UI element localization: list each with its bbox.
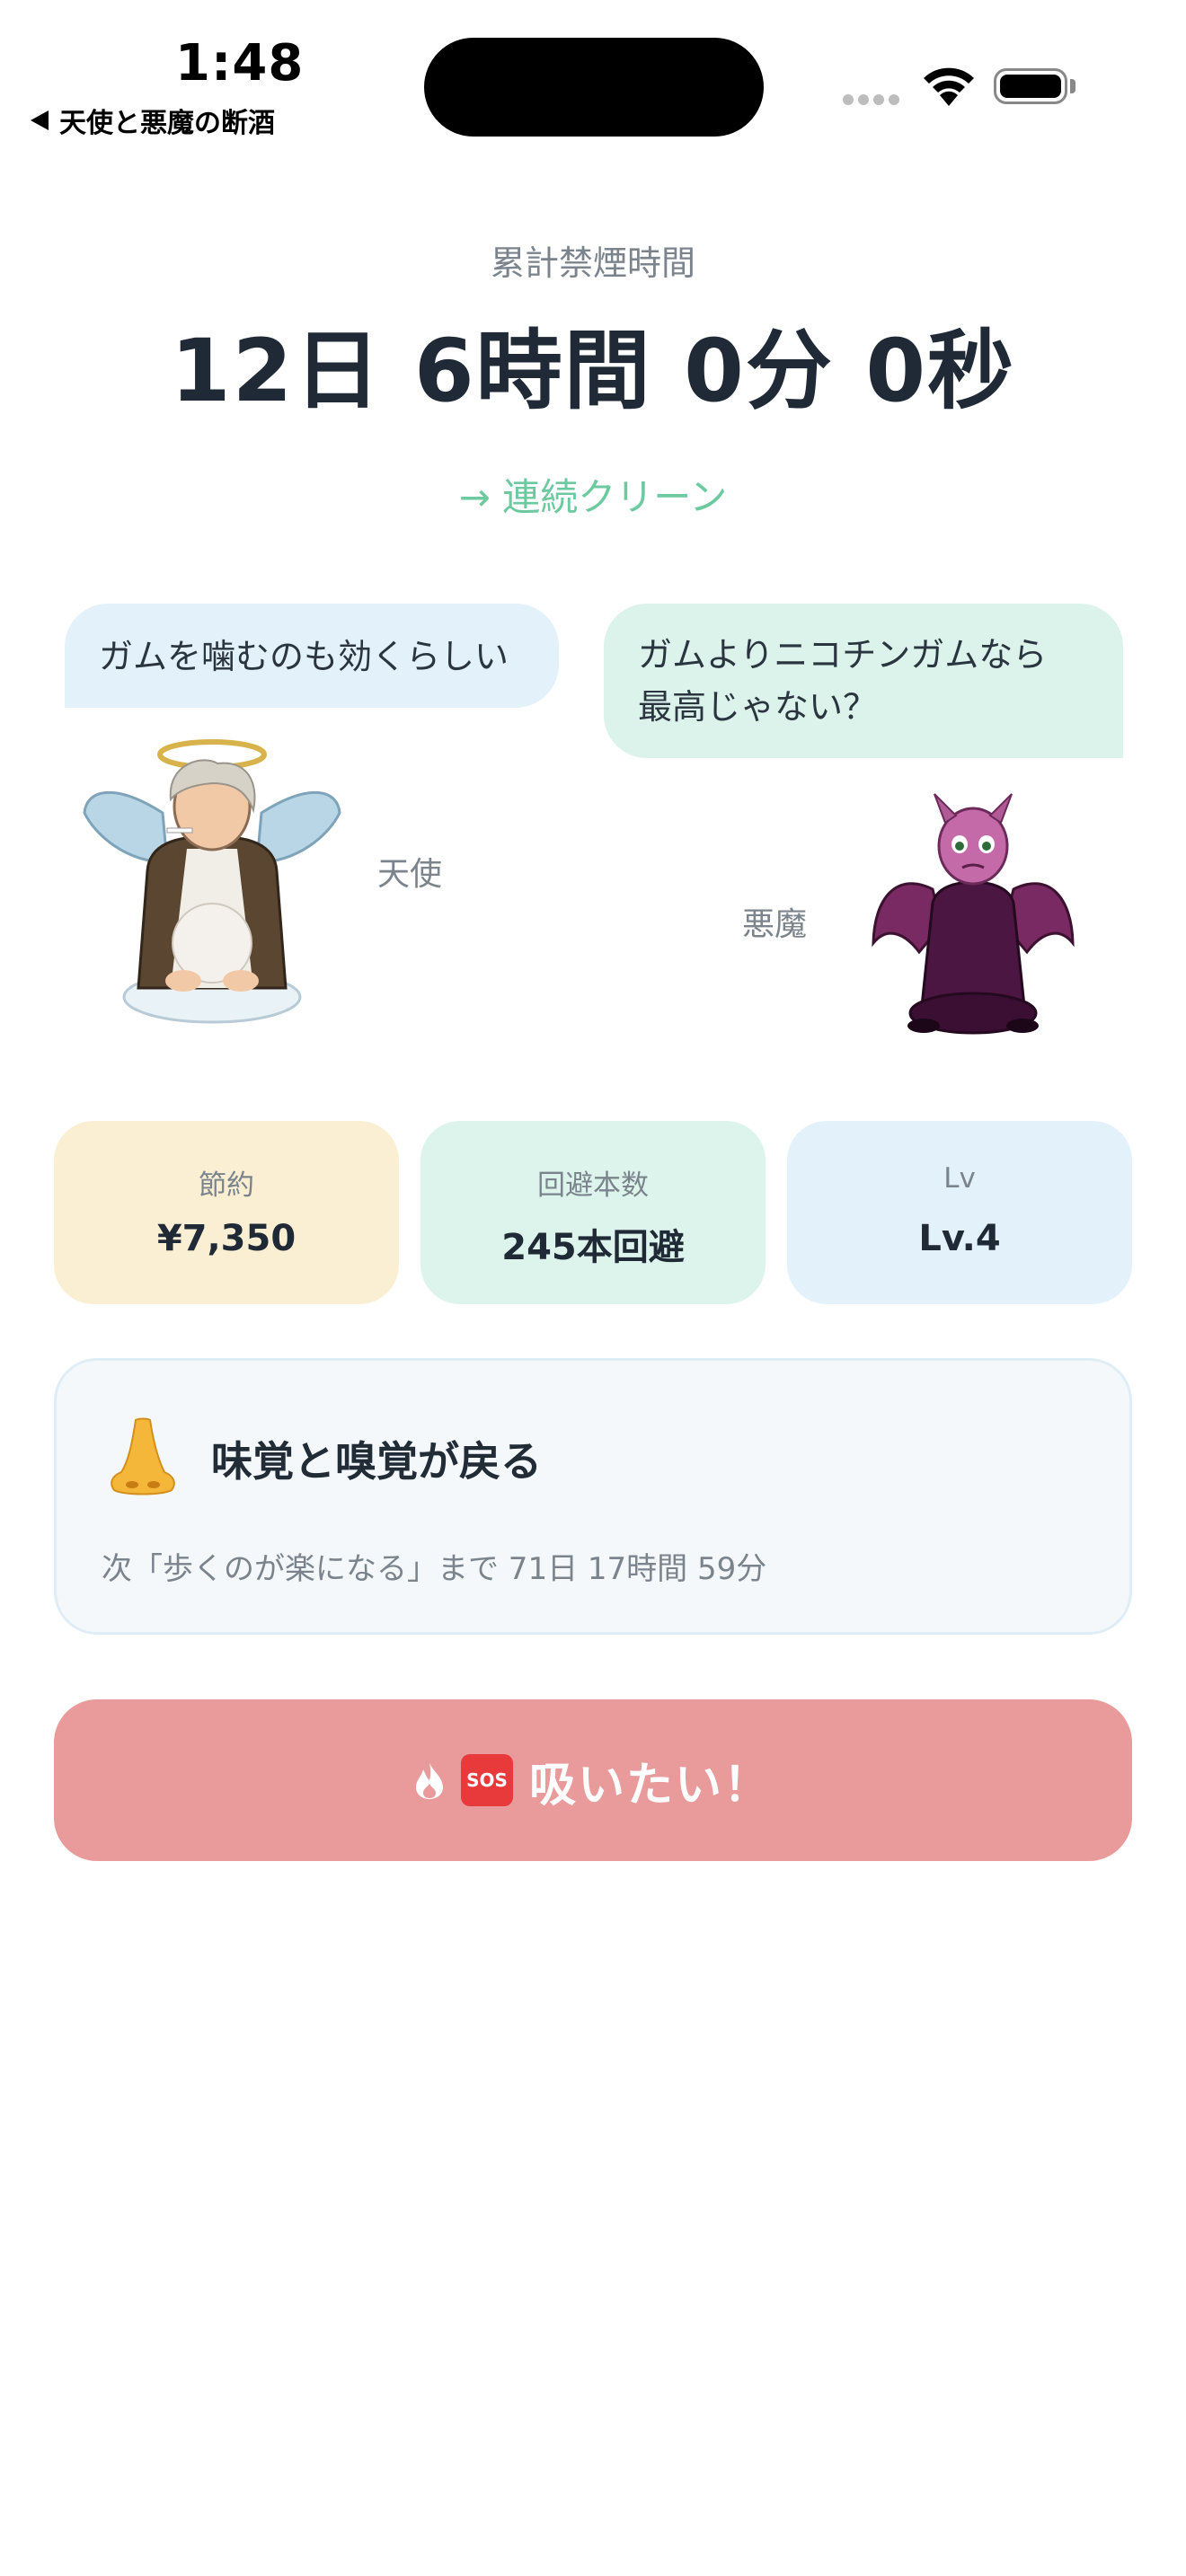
angel-name-label: 天使 — [377, 856, 443, 893]
flame-icon — [415, 1762, 443, 1799]
sos-craving-button[interactable]: SOS 吸いたい！ — [54, 1699, 1132, 1861]
milestone-title: 味覚と嗅覚が戻る — [211, 1437, 542, 1486]
back-arrow-icon — [31, 110, 49, 130]
devil-character-image[interactable] — [870, 790, 1076, 1042]
level-card: Lv Lv.4 — [787, 1121, 1132, 1304]
devil-speech-line2: 最高じゃない？ — [638, 687, 878, 727]
sos-icon: SOS — [460, 1754, 513, 1806]
back-app-label: 天使と悪魔の断酒 — [59, 108, 275, 139]
avoided-count-label: 回避本数 — [537, 1169, 649, 1202]
savings-label: 節約 — [199, 1169, 254, 1202]
sos-button-label: 吸いたい！ — [528, 1758, 772, 1813]
wifi-icon — [924, 67, 974, 106]
devil-speech-line1: ガムよりニコチンガムなら — [638, 635, 1048, 675]
back-to-app-link[interactable]: 天使と悪魔の断酒 — [31, 101, 275, 140]
nose-icon — [111, 1417, 175, 1495]
avoided-count-value: 245本回避 — [501, 1227, 685, 1268]
streak-toggle-link[interactable]: → 連続クリーン — [0, 467, 1186, 522]
timer-label: 累計禁煙時間 — [490, 243, 695, 283]
angel-character-image[interactable] — [77, 728, 347, 1024]
next-milestone-text: 次「歩くのが楽になる」まで 71日 17時間 59分 — [102, 1551, 767, 1587]
status-time: 1:48 — [175, 34, 305, 93]
devil-speech-bubble: ガムよりニコチンガムなら 最高じゃない？ — [604, 604, 1123, 758]
angel-speech-text: ガムを噛むのも効くらしい — [99, 637, 509, 676]
savings-value: ¥7,350 — [156, 1218, 296, 1259]
total-smoke-free-time: 12日 6時間 0分 0秒 — [170, 321, 1016, 421]
level-label: Lv — [943, 1162, 976, 1195]
savings-card: 節約 ¥7,350 — [54, 1121, 399, 1304]
dynamic-island — [424, 38, 764, 137]
devil-name-label: 悪魔 — [742, 906, 808, 943]
battery-icon — [994, 68, 1067, 104]
cellular-signal-icon — [843, 94, 899, 105]
angel-speech-bubble: ガムを噛むのも効くらしい — [65, 604, 559, 708]
level-value: Lv.4 — [918, 1218, 1001, 1259]
avoided-count-card: 回避本数 245本回避 — [420, 1121, 766, 1304]
milestone-card: 味覚と嗅覚が戻る 次「歩くのが楽になる」まで 71日 17時間 59分 — [54, 1358, 1132, 1635]
